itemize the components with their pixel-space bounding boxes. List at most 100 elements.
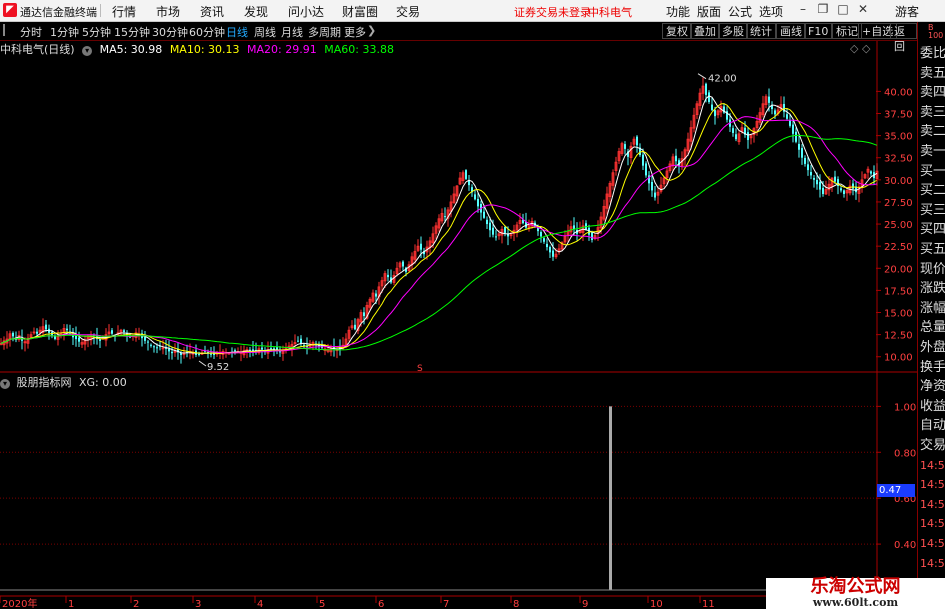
- candle-body-down: [474, 194, 476, 200]
- price-tick-label: 32.50: [884, 154, 913, 165]
- candle-body-down: [798, 143, 800, 150]
- candle-body-down: [375, 293, 377, 297]
- panel-mini-label: B 100: [928, 23, 944, 40]
- candle-body-down: [168, 348, 170, 352]
- ma10-value: MA10: 30.13: [169, 43, 240, 56]
- price-tick-label: 35.00: [884, 132, 913, 143]
- quote-panel-item: 14:56: [920, 458, 945, 472]
- candle-series: [0, 77, 879, 364]
- candle-body-down: [870, 171, 872, 174]
- quote-panel-item: 14:56: [920, 517, 945, 531]
- candle-body-down: [816, 179, 818, 185]
- main-chart-info: 中科电气(日线) ▾ MA5: 30.98 MA10: 30.13 MA20: …: [0, 41, 398, 56]
- candle-body-down: [270, 348, 272, 350]
- candle-body-down: [642, 154, 644, 166]
- candle-body-down: [354, 324, 356, 330]
- candle-body-down: [768, 96, 770, 103]
- kline-chart-area[interactable]: 40.00 37.50 35.00 32.50 30.00 27.50 25.00 22.50…: [0, 0, 917, 609]
- time-tick-label: 2020年: [2, 597, 37, 609]
- price-tick-label: 37.50: [884, 109, 913, 120]
- candle-body-down: [45, 324, 47, 330]
- indicator-name: 股朋指标网: [16, 376, 72, 389]
- candle-body-down: [363, 312, 365, 317]
- candle-body-down: [465, 170, 467, 179]
- quote-panel-item: 自动: [920, 418, 945, 434]
- candle-body-down: [705, 83, 707, 95]
- sub-tick-label: 0.80: [894, 448, 916, 459]
- candle-body-down: [153, 346, 155, 348]
- low-label: 9.52: [207, 362, 229, 373]
- high-label: 42.00: [708, 74, 737, 85]
- xg-value: XG: 0.00: [79, 376, 127, 389]
- price-axis: 40.00 37.50 35.00 32.50 30.00 27.50 25.00 22.50…: [876, 87, 916, 551]
- candle-body-down: [645, 163, 647, 176]
- ma60-value: MA60: 33.88: [324, 43, 394, 56]
- candle-body-down: [810, 172, 812, 176]
- candle-body-down: [36, 331, 38, 334]
- chart-tools-icon[interactable]: ◇ ◇: [850, 42, 870, 55]
- candle-body-down: [651, 181, 653, 191]
- ma20-line: [0, 116, 878, 354]
- candle-body-down: [279, 351, 281, 353]
- candle-body-down: [813, 177, 815, 180]
- quote-panel-item: 净资: [920, 379, 945, 395]
- candle-body-down: [552, 250, 554, 257]
- current-value-tag: 0.47: [877, 484, 915, 497]
- quote-panel-item: 卖一: [920, 144, 945, 159]
- price-tick-label: 10.00: [884, 353, 913, 364]
- quote-panel-item: 14:56: [920, 537, 945, 550]
- quote-panel-item: 买四: [920, 222, 945, 238]
- quote-panel-item: 交易: [920, 438, 945, 453]
- candle-body-down: [822, 187, 824, 194]
- sub-chart-info: ▾ 股朋指标网 XG: 0.00: [0, 374, 127, 389]
- candle-body-down: [843, 190, 845, 194]
- candle-body-down: [852, 183, 854, 189]
- candle-body-down: [261, 347, 263, 350]
- candle-body-down: [492, 227, 494, 235]
- candle-body-down: [99, 339, 101, 341]
- candle-body-down: [789, 120, 791, 126]
- quote-panel-item: 总量: [920, 320, 945, 336]
- candle-body-down: [732, 128, 734, 133]
- quote-panel-item: 换手: [920, 359, 945, 375]
- quote-panel-item: 买五: [920, 242, 945, 257]
- ma5-value: MA5: 30.98: [99, 43, 163, 56]
- candle-body-down: [477, 198, 479, 207]
- time-tick-label: 7: [443, 599, 449, 609]
- candle-body-down: [111, 330, 113, 334]
- candle-body-down: [804, 157, 806, 164]
- candle-body-down: [840, 188, 842, 191]
- candle-body-down: [144, 337, 146, 341]
- candle-body-down: [420, 243, 422, 250]
- price-tick-label: 25.00: [884, 220, 913, 231]
- quote-panel-item: 卖四: [920, 85, 945, 101]
- candle-body-down: [834, 176, 836, 182]
- candle-body-down: [795, 131, 797, 142]
- time-tick-label: 4: [257, 599, 263, 609]
- time-tick-label: 11: [702, 599, 715, 609]
- candle-body-down: [714, 110, 716, 117]
- quote-panel-item: 涨幅: [920, 300, 945, 316]
- quote-panel-item: 14:56: [920, 478, 945, 492]
- time-tick-label: 1: [68, 599, 74, 609]
- chart-grid: [0, 41, 917, 597]
- time-tick-label: 6: [378, 599, 384, 609]
- quote-panel-item: 收益: [920, 398, 945, 414]
- candle-body-down: [66, 328, 68, 331]
- quote-panel-item: 卖二: [920, 124, 945, 140]
- time-tick-label: 5: [319, 599, 325, 609]
- price-tick-label: 15.00: [884, 309, 913, 320]
- candle-body-down: [147, 341, 149, 343]
- quote-panel-item: 买一: [920, 163, 945, 179]
- chart-annotations: 42.00 9.52 S: [198, 73, 737, 374]
- sub-indicator-menu-icon[interactable]: ▾: [0, 379, 10, 389]
- candle-body-down: [543, 238, 545, 242]
- price-tick-label: 40.00: [884, 87, 913, 98]
- xg-signal-bar: [609, 406, 612, 590]
- candle-body-down: [624, 144, 626, 149]
- indicator-menu-icon[interactable]: ▾: [82, 46, 93, 56]
- candle-body-down: [486, 219, 488, 225]
- quote-side-panel: B 100 委比 卖五 卖四 卖三 卖二 卖一 买一 买二 买三 买四 买五 现价 涨跌 涨幅 总量 外盘 换手净…: [917, 22, 945, 609]
- candle-body-down: [78, 337, 80, 342]
- time-tick-label: 9: [582, 599, 588, 609]
